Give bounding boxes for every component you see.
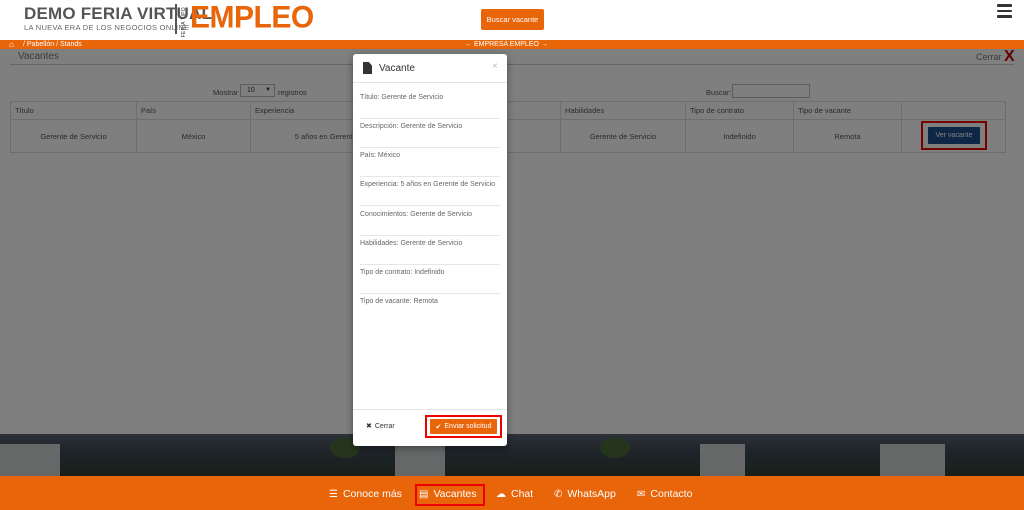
detail-tipo-vacante: Tipo de vacante: Remota: [360, 298, 438, 305]
vacantes-highlight: [415, 484, 485, 506]
prev-arrow-icon[interactable]: ←: [465, 41, 472, 48]
nav-chat[interactable]: ☁ Chat: [496, 488, 533, 500]
vacante-modal: Vacante × Título: Gerente de Servicio De…: [353, 54, 507, 446]
brand-empleo: EMPLEO: [190, 0, 314, 35]
envelope-icon: ✉: [637, 488, 646, 500]
close-icon[interactable]: ×: [492, 61, 498, 72]
next-arrow-icon[interactable]: →: [541, 41, 548, 48]
detail-conocimientos: Conocimientos: Gerente de Servicio: [360, 207, 500, 236]
modal-footer-divider: [353, 409, 507, 410]
file-icon: [363, 62, 372, 74]
chat-icon: ☁: [496, 488, 506, 500]
nav-label: WhatsApp: [567, 488, 616, 500]
nav-label: Chat: [511, 488, 534, 500]
modal-title: Vacante: [379, 63, 415, 74]
cerrar-button[interactable]: ✖ Cerrar: [366, 422, 395, 431]
whatsapp-icon: ✆: [554, 488, 563, 500]
nav-label: Contacto: [650, 488, 693, 500]
top-header: DEMO FERIA VIRTUAL LA NUEVA ERA DE LOS N…: [0, 0, 1024, 40]
modal-header: Vacante ×: [353, 54, 507, 83]
logo-divider: [175, 4, 177, 34]
home-icon[interactable]: ⌂: [9, 40, 14, 49]
company-name: EMPRESA EMPLEO: [473, 41, 539, 48]
detail-habilidades: Habilidades: Gerente de Servicio: [360, 236, 500, 265]
detail-descripcion: Descripción: Gerente de Servicio: [360, 119, 500, 148]
enviar-label: Enviar solicitud: [444, 423, 492, 430]
bars-icon: ☰: [329, 488, 338, 500]
detail-tipo-contrato: Tipo de contrato: Indefinido: [360, 265, 500, 294]
bottom-nav: ☰ Conoce más ▤ Vacantes ☁ Chat ✆ WhatsAp…: [0, 476, 1024, 510]
buscar-vacante-button[interactable]: Buscar vacante: [481, 9, 544, 30]
detail-pais: País: México: [360, 148, 500, 177]
hamburger-icon[interactable]: [997, 4, 1012, 18]
breadcrumb-path[interactable]: / Pabellón / Stands: [23, 40, 82, 49]
enviar-solicitud-button[interactable]: ✔ Enviar solicitud: [430, 419, 497, 434]
company-nav: ← EMPRESA EMPLEO →: [465, 40, 548, 49]
nav-contacto[interactable]: ✉ Contacto: [637, 488, 692, 500]
cerrar-label: Cerrar: [374, 422, 395, 430]
nav-whatsapp[interactable]: ✆ WhatsApp: [554, 488, 616, 500]
nav-conoce-mas[interactable]: ☰ Conoce más: [329, 488, 402, 500]
detail-titulo: Título: Gerente de Servicio: [360, 90, 500, 119]
breadcrumb: ⌂ / Pabellón / Stands ← EMPRESA EMPLEO →: [0, 40, 1024, 49]
modal-backdrop[interactable]: [0, 49, 1024, 476]
feria-tipo-label: FERIA TIPO: [181, 7, 187, 38]
check-icon: ✔: [435, 423, 442, 431]
detail-experiencia: Experiencia: 5 años en Gerente de Servic…: [360, 177, 500, 206]
close-icon: ✖: [366, 423, 372, 430]
nav-label: Conoce más: [342, 488, 402, 500]
